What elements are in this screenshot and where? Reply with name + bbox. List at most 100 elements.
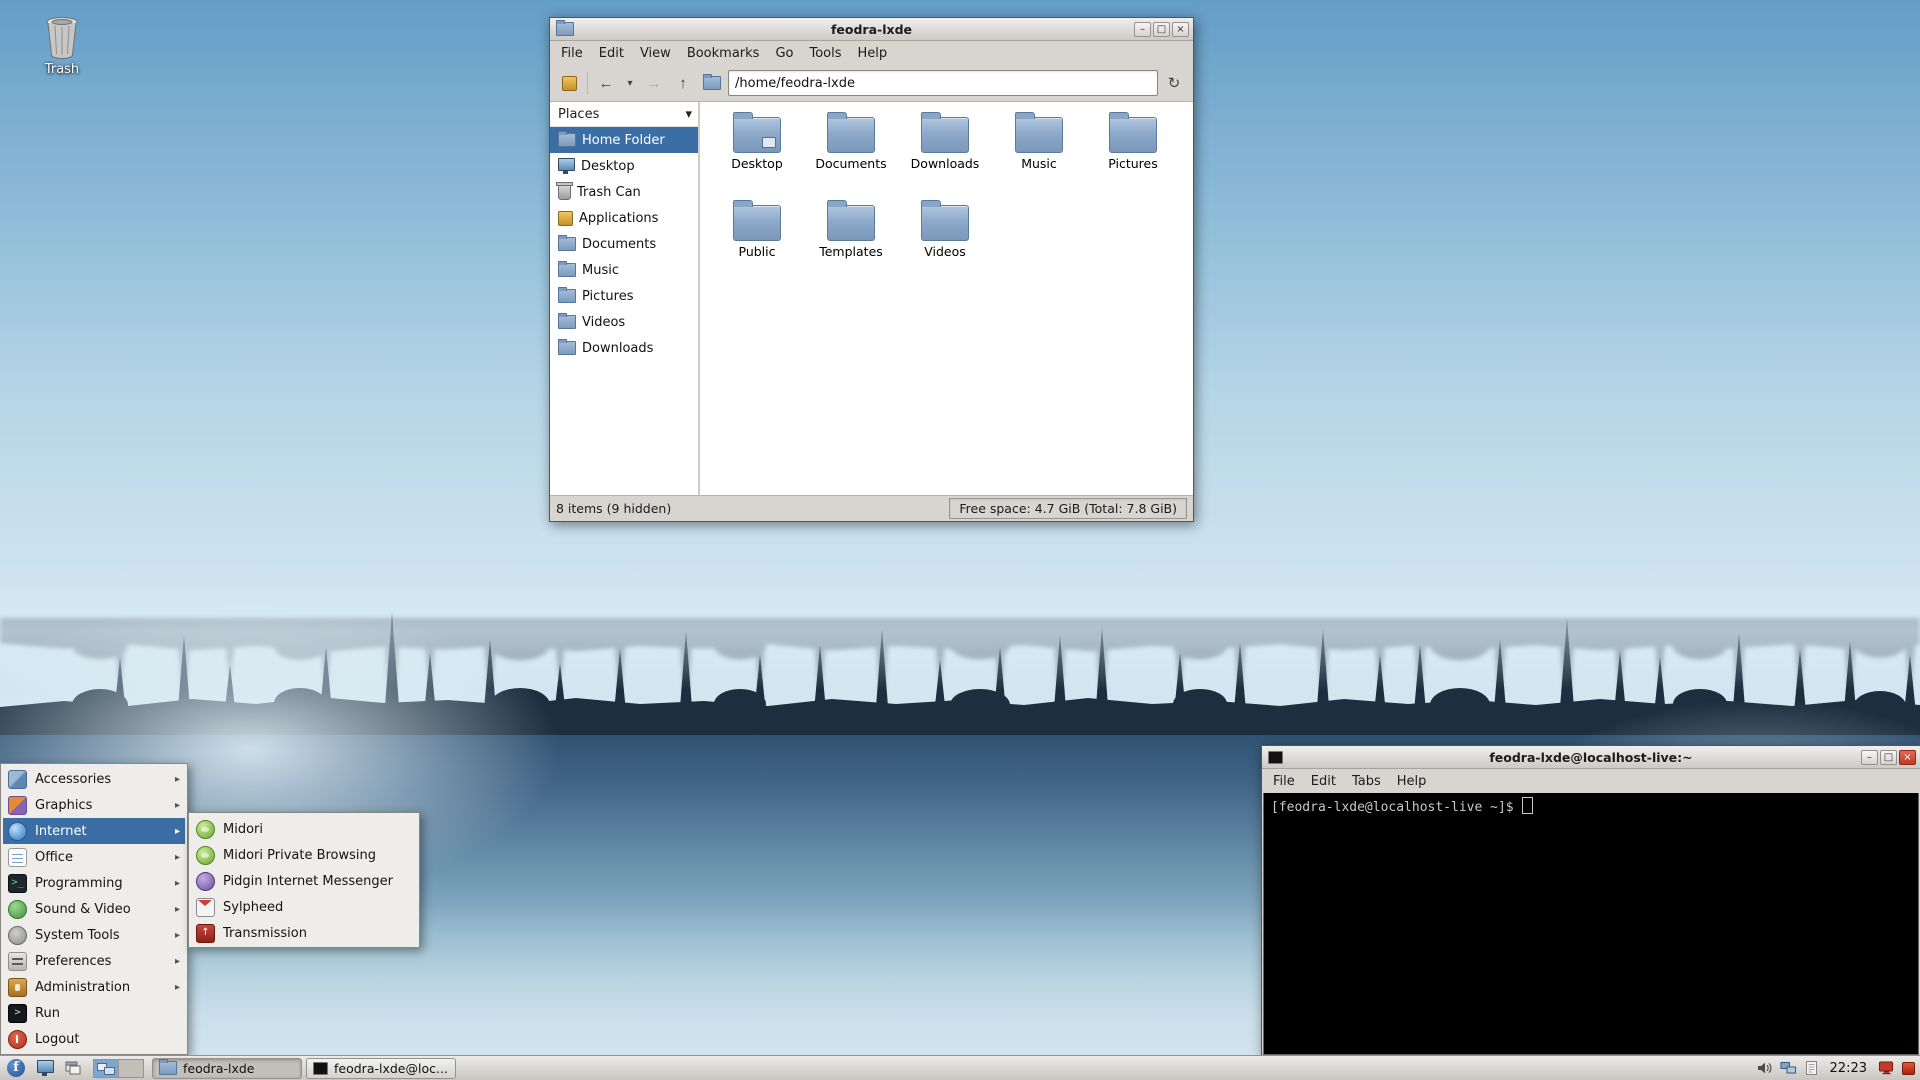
fm-menu-tools[interactable]: Tools [801,43,849,64]
terminal-menu-file[interactable]: File [1265,771,1303,792]
file-item-pictures[interactable]: Pictures [1087,112,1179,200]
places-item-home-folder[interactable]: Home Folder [550,127,698,153]
file-item-templates[interactable]: Templates [805,200,897,288]
fm-menu-help[interactable]: Help [850,43,896,64]
up-button[interactable]: ↑ [670,70,696,96]
submenu-arrow-icon: ▸ [174,903,180,915]
fm-maximize-button[interactable]: □ [1153,21,1170,37]
pager-desktop-2[interactable] [118,1059,143,1077]
file-item-desktop[interactable]: Desktop [711,112,803,200]
taskbar-task-file-manager[interactable]: feodra-lxde [152,1057,302,1079]
places-item-trash[interactable]: Trash Can [550,179,698,205]
fm-minimize-button[interactable]: – [1134,21,1151,37]
submenu-arrow-icon: ▸ [174,929,180,941]
iconify-windows-button[interactable] [61,1058,85,1079]
terminal-titlebar[interactable]: feodra-lxde@localhost-live:~ – □ × [1262,746,1920,769]
places-item-documents[interactable]: Documents [550,231,698,257]
fm-menu-view[interactable]: View [632,43,679,64]
path-input[interactable] [728,70,1158,96]
trash-desktop-icon[interactable]: Trash [24,14,100,77]
menu-item-system-tools[interactable]: System Tools ▸ [3,922,185,948]
submenu-item-transmission[interactable]: ↑ Transmission [191,920,417,946]
file-item-videos[interactable]: Videos [899,200,991,288]
history-dropdown-button[interactable]: ▾ [622,70,638,96]
terminal-menu-tabs[interactable]: Tabs [1344,771,1389,792]
accessories-icon [8,769,27,789]
place-label: Applications [579,210,659,226]
folder-icon [558,339,576,355]
folder-icon [827,200,875,241]
menu-item-logout[interactable]: Logout [3,1026,185,1052]
submenu-item-pidgin[interactable]: Pidgin Internet Messenger [191,868,417,894]
screen-icon [36,1060,54,1076]
file-item-music[interactable]: Music [993,112,1085,200]
terminal-close-button[interactable]: × [1899,749,1916,765]
fm-titlebar[interactable]: feodra-lxde – □ × [550,18,1193,41]
terminal-menu-edit[interactable]: Edit [1303,771,1344,792]
menu-label: Internet [35,823,87,839]
clipboard-icon[interactable] [1804,1060,1819,1076]
desktop-icon [558,158,575,174]
go-button[interactable]: ↻ [1161,70,1187,96]
terminal-cursor [1521,797,1533,814]
places-item-applications[interactable]: Applications [550,205,698,231]
menu-item-administration[interactable]: Administration ▸ [3,974,185,1000]
volume-icon[interactable] [1756,1060,1773,1076]
folder-icon [1015,112,1063,153]
file-manager-launcher[interactable] [33,1058,57,1079]
fm-menu-file[interactable]: File [553,43,591,64]
places-item-pictures[interactable]: Pictures [550,283,698,309]
fm-close-button[interactable]: × [1172,21,1189,37]
places-item-videos[interactable]: Videos [550,309,698,335]
side-pane-mode-selector[interactable]: Places ▾ [550,102,698,127]
display-settings-icon[interactable] [1878,1060,1895,1076]
file-label: Templates [819,244,883,259]
fm-file-view[interactable]: Desktop Documents Downloads Music Pictur… [700,102,1193,495]
task-label: feodra-lxde [183,1060,255,1076]
fm-menu-bookmarks[interactable]: Bookmarks [679,43,768,64]
submenu-item-midori[interactable]: Midori [191,816,417,842]
fm-menu-go[interactable]: Go [767,43,801,64]
places-item-downloads[interactable]: Downloads [550,335,698,361]
submenu-item-midori-private[interactable]: Midori Private Browsing [191,842,417,868]
desktop-pager[interactable] [93,1058,144,1078]
terminal-output[interactable]: [feodra-lxde@localhost-live ~]$ [1263,793,1919,1055]
taskbar: f feodra-lxde feodra-lxde@loc... 22:23 [0,1055,1920,1080]
place-label: Music [582,262,619,278]
terminal-minimize-button[interactable]: – [1861,749,1878,765]
new-tab-button[interactable] [556,70,582,96]
menu-item-run[interactable]: > Run [3,1000,185,1026]
fm-menu-edit[interactable]: Edit [591,43,632,64]
start-menu-button[interactable]: f [3,1058,29,1079]
forward-button[interactable]: → [641,70,667,96]
trash-label: Trash [44,62,80,77]
menu-item-sound-video[interactable]: Sound & Video ▸ [3,896,185,922]
menu-item-internet[interactable]: Internet ▸ [3,818,185,844]
home-button[interactable] [699,70,725,96]
file-item-downloads[interactable]: Downloads [899,112,991,200]
pager-desktop-1[interactable] [94,1059,118,1077]
tray-corner-icon[interactable] [1902,1061,1915,1075]
back-button[interactable]: ← [593,70,619,96]
file-item-public[interactable]: Public [711,200,803,288]
menu-item-office[interactable]: Office ▸ [3,844,185,870]
file-item-documents[interactable]: Documents [805,112,897,200]
fm-side-pane: Places ▾ Home Folder Desktop Trash Can A… [550,102,700,495]
administration-icon [8,977,27,997]
terminal-menu-help[interactable]: Help [1389,771,1435,792]
terminal-maximize-button[interactable]: □ [1880,749,1897,765]
place-label: Trash Can [577,184,641,200]
menu-item-programming[interactable]: >_ Programming ▸ [3,870,185,896]
places-item-music[interactable]: Music [550,257,698,283]
taskbar-task-terminal[interactable]: feodra-lxde@loc... [306,1057,456,1079]
submenu-arrow-icon: ▸ [174,981,180,993]
programming-icon: >_ [8,873,27,893]
menu-item-accessories[interactable]: Accessories ▸ [3,766,185,792]
network-icon[interactable] [1780,1060,1797,1076]
submenu-item-sylpheed[interactable]: Sylpheed [191,894,417,920]
file-label: Documents [815,156,887,171]
clock[interactable]: 22:23 [1826,1061,1871,1076]
menu-item-preferences[interactable]: Preferences ▸ [3,948,185,974]
menu-item-graphics[interactable]: Graphics ▸ [3,792,185,818]
places-item-desktop[interactable]: Desktop [550,153,698,179]
